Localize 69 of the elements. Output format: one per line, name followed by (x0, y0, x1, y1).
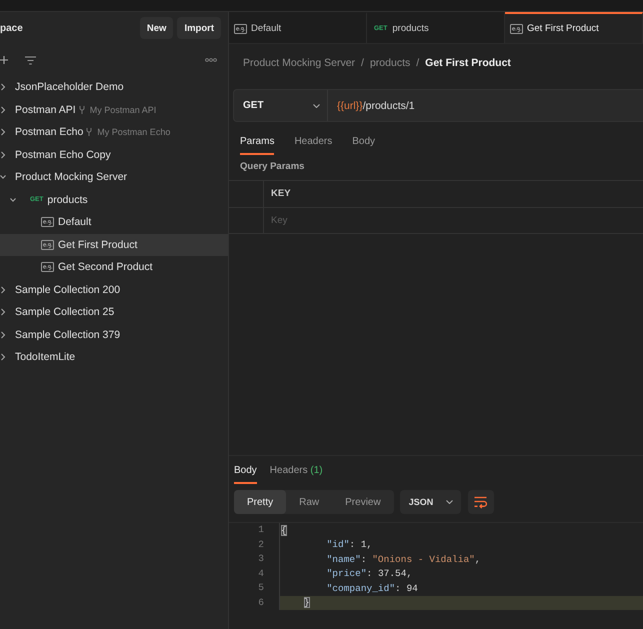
code-line: "id": 1, (326, 539, 372, 550)
tree-item[interactable]: Get First Product (0, 234, 228, 256)
code-line: "price": 37.54, (326, 568, 412, 580)
line-number: 2 (257, 538, 265, 552)
view-option[interactable]: Raw (286, 490, 332, 514)
chevron-icon[interactable] (0, 106, 6, 114)
breadcrumb-separator: / (416, 56, 420, 68)
line-number: 3 (257, 552, 265, 566)
breadcrumb-separator: / (361, 56, 364, 68)
line-number: 5 (257, 581, 265, 595)
example-icon (234, 24, 247, 34)
fork-label: My Postman Echo (97, 127, 170, 138)
tree-item[interactable]: Postman Echo My Postman Echo (0, 121, 228, 144)
tree-item[interactable]: Get Second Product (0, 256, 228, 278)
workspace-title: pace (0, 22, 23, 34)
section-heading: Query Params (240, 160, 304, 172)
tree-item[interactable]: Sample Collection 379 (0, 324, 228, 346)
breadcrumb-link[interactable]: Product Mocking Server (243, 56, 356, 68)
request-tab[interactable]: Params (240, 130, 274, 155)
chevron-icon[interactable] (0, 83, 6, 92)
chevron-icon[interactable] (0, 353, 6, 362)
tree-item[interactable]: Default (0, 211, 228, 234)
more-icon[interactable] (205, 58, 217, 62)
import-button[interactable]: Import (177, 17, 221, 39)
response-tab[interactable]: Headers (1) (270, 458, 323, 484)
chevron-icon[interactable] (0, 308, 6, 316)
fork-icon (78, 106, 85, 114)
request-tab[interactable]: Headers (294, 130, 332, 155)
code-line: "company_id": 94 (326, 582, 418, 594)
example-icon (41, 240, 54, 250)
wrap-icon (474, 496, 488, 508)
view-option[interactable]: Preview (332, 490, 394, 514)
fork-label: My Postman API (90, 104, 156, 115)
line-number: 1 (257, 523, 265, 537)
wrap-button[interactable] (468, 490, 494, 514)
plus-icon[interactable] (0, 56, 8, 64)
tree-item[interactable]: JsonPlaceholder Demo (0, 76, 228, 98)
breadcrumb-current: Get First Product (425, 56, 511, 68)
chevron-icon[interactable] (0, 128, 6, 136)
tree-item[interactable]: Sample Collection 200 (0, 278, 228, 301)
view-option[interactable]: Pretty (234, 490, 286, 514)
editor-tab[interactable]: Default (229, 12, 367, 43)
editor-tab[interactable]: Get First Product (505, 12, 643, 43)
caret-icon (446, 500, 453, 504)
example-icon (41, 262, 54, 272)
chevron-icon[interactable] (0, 286, 6, 294)
column-header: KEY (271, 188, 291, 200)
chevron-icon[interactable] (0, 330, 6, 339)
code-line: "name": "Onions - Vidalia", (326, 554, 481, 565)
new-button[interactable]: New (140, 17, 174, 39)
key-field[interactable]: Key (264, 208, 643, 233)
format-dropdown[interactable]: JSON (400, 490, 461, 514)
tree-item[interactable]: Postman API My Postman API (0, 98, 228, 121)
tree-item[interactable]: Sample Collection 25 (0, 301, 228, 324)
filter-icon[interactable] (25, 56, 36, 64)
chevron-icon[interactable] (0, 173, 6, 182)
tree-item[interactable]: Product Mocking Server (0, 166, 228, 188)
line-number: 4 (257, 566, 265, 580)
example-icon (41, 217, 54, 228)
request-tab[interactable]: Body (352, 130, 376, 155)
tree-item[interactable]: TodoItemLite (0, 346, 228, 368)
fork-icon (86, 128, 92, 136)
breadcrumb-link[interactable]: products (370, 56, 410, 68)
chevron-icon[interactable] (0, 150, 6, 159)
chevron-icon[interactable] (10, 196, 16, 204)
line-number: 6 (257, 596, 265, 610)
example-icon (510, 24, 523, 34)
tree-item[interactable]: Postman Echo Copy (0, 144, 228, 166)
response-tab[interactable]: Body (234, 458, 257, 484)
